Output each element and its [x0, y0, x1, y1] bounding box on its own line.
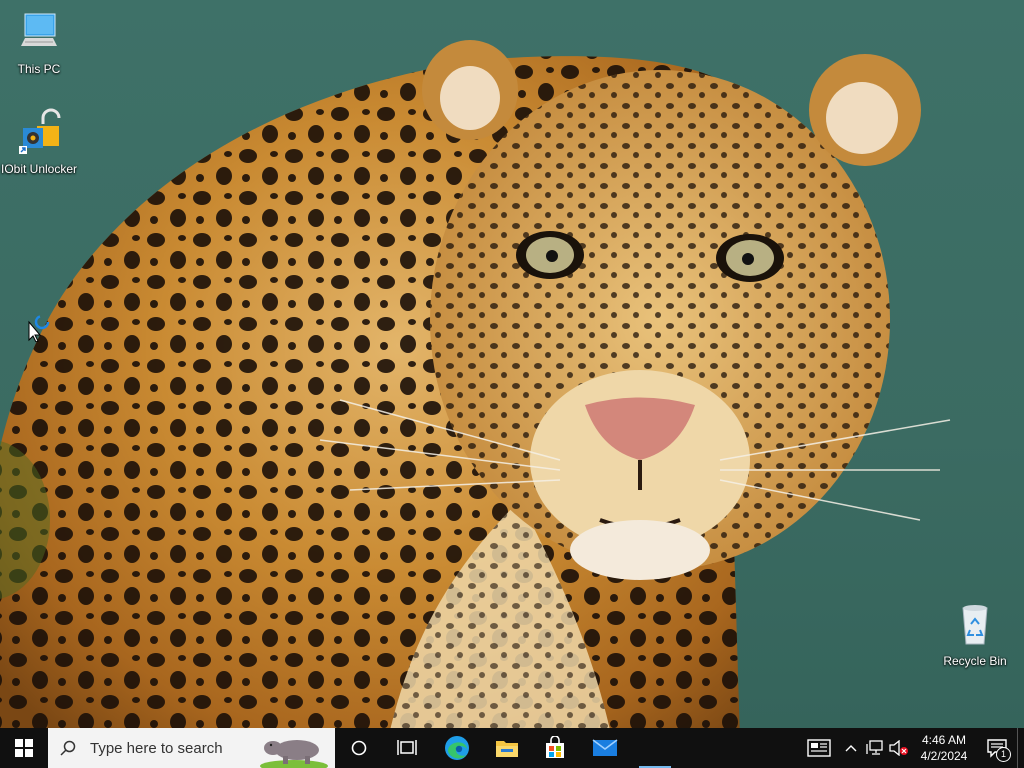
leopard-wallpaper-image: [0, 40, 951, 728]
taskbar-search-box[interactable]: Type here to search: [48, 728, 335, 768]
start-button[interactable]: [0, 728, 48, 768]
recycle-bin-icon: [962, 605, 988, 645]
edge-icon: [445, 736, 469, 760]
clock-date: 4/2/2024: [920, 749, 968, 763]
task-view-button[interactable]: [383, 728, 431, 768]
desktop-icon-recycle-bin[interactable]: Recycle Bin: [936, 600, 1014, 669]
system-tray: 4:46 AM 4/2/2024 1: [799, 728, 1024, 768]
news-icon: [807, 739, 831, 757]
news-widget-button[interactable]: [799, 728, 839, 768]
desktop-icon-iobit-unlocker[interactable]: IObit Unlocker: [0, 108, 78, 177]
volume-muted-icon: [889, 740, 908, 756]
busy-cursor-icon: [28, 314, 50, 342]
task-view-icon: [397, 740, 417, 755]
volume-button[interactable]: [887, 728, 911, 768]
action-center-button[interactable]: 1: [977, 728, 1017, 768]
desktop-icon-this-pc[interactable]: This PC: [0, 8, 78, 77]
network-status-button[interactable]: [863, 728, 887, 768]
chevron-up-icon: [845, 745, 857, 752]
mail-icon: [592, 739, 618, 756]
search-icon: [60, 740, 76, 756]
notification-count-badge: 1: [996, 747, 1011, 762]
edge-taskbar-button[interactable]: [431, 728, 483, 768]
taskbar: Type here to search 4:46 AM 4/2/2024 1: [0, 728, 1024, 768]
desktop-icon-label: Recycle Bin: [943, 654, 1007, 668]
show-desktop-button[interactable]: [1017, 728, 1024, 768]
microsoft-store-icon: [546, 736, 564, 758]
windows-logo-icon: [15, 739, 33, 757]
show-hidden-icons-button[interactable]: [839, 728, 863, 768]
microsoft-store-taskbar-button[interactable]: [531, 728, 579, 768]
network-icon: [866, 740, 883, 755]
cortana-button[interactable]: [335, 728, 383, 768]
mail-taskbar-button[interactable]: [579, 728, 631, 768]
this-pc-icon: [21, 13, 57, 46]
desktop-wallpaper: [0, 0, 1024, 728]
iobit-unlocker-icon: [19, 108, 61, 154]
running-app-taskbar-button[interactable]: [631, 728, 679, 768]
search-placeholder: Type here to search: [90, 739, 223, 757]
taskbar-clock[interactable]: 4:46 AM 4/2/2024: [911, 732, 977, 764]
search-highlight-hippo-icon: [260, 740, 328, 768]
file-explorer-taskbar-button[interactable]: [483, 728, 531, 768]
cortana-icon: [351, 740, 367, 756]
clock-time: 4:46 AM: [921, 733, 967, 747]
desktop-icon-label: IObit Unlocker: [0, 162, 78, 176]
file-explorer-icon: [496, 741, 518, 757]
desktop-icon-label: This PC: [17, 62, 61, 76]
